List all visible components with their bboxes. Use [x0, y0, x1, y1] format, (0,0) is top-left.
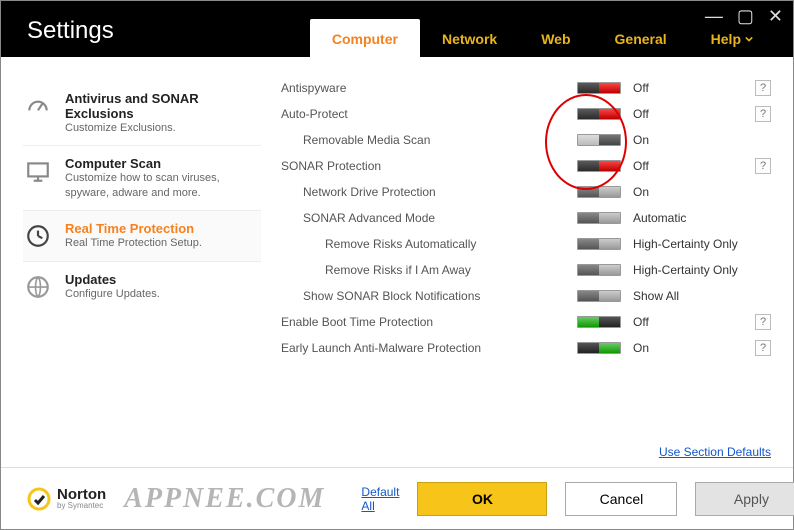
ok-button[interactable]: OK — [417, 482, 547, 516]
gauge-icon — [23, 91, 53, 121]
setting-label: Network Drive Protection — [281, 185, 569, 199]
sidebar-item-sub: Customize how to scan viruses, spyware, … — [65, 171, 255, 200]
norton-logo-icon — [27, 487, 51, 511]
setting-value: Automatic — [621, 211, 751, 225]
sidebar-item-label: Computer Scan — [65, 156, 255, 171]
setting-label: Removable Media Scan — [281, 133, 569, 147]
setting-value: Off — [621, 159, 751, 173]
setting-row: Antispyware Off? — [281, 75, 771, 101]
sidebar-item-sub: Real Time Protection Setup. — [65, 236, 202, 250]
tab-general[interactable]: General — [593, 19, 689, 57]
toggle-switch[interactable] — [577, 212, 621, 224]
watermark: APPNEE.COM — [124, 483, 325, 515]
help-icon[interactable]: ? — [755, 314, 771, 330]
setting-label: SONAR Advanced Mode — [281, 211, 569, 225]
setting-value: On — [621, 133, 751, 147]
content-area: Antivirus and SONAR Exclusions Customize… — [1, 57, 793, 467]
toggle-switch[interactable] — [577, 290, 621, 302]
maximize-icon[interactable]: ▢ — [737, 7, 754, 25]
toggle-switch[interactable] — [577, 264, 621, 276]
toggle-switch[interactable] — [577, 238, 621, 250]
setting-value: On — [621, 341, 751, 355]
sidebar-item-computer-scan[interactable]: Computer Scan Customize how to scan viru… — [23, 145, 261, 210]
toggle-switch[interactable] — [577, 82, 621, 94]
setting-label: Antispyware — [281, 81, 569, 95]
toggle-switch[interactable] — [577, 134, 621, 146]
sidebar-item-sub: Customize Exclusions. — [65, 121, 255, 135]
help-icon[interactable]: ? — [755, 158, 771, 174]
setting-row: SONAR Advanced Mode Automatic — [281, 205, 771, 231]
sidebar-item-label: Real Time Protection — [65, 221, 202, 236]
footer: Norton by Symantec APPNEE.COM Default Al… — [1, 467, 793, 529]
setting-label: SONAR Protection — [281, 159, 569, 173]
setting-label: Early Launch Anti-Malware Protection — [281, 341, 569, 355]
apply-button[interactable]: Apply — [695, 482, 794, 516]
setting-label: Auto-Protect — [281, 107, 569, 121]
toggle-switch[interactable] — [577, 342, 621, 354]
setting-value: On — [621, 185, 751, 199]
setting-value: Show All — [621, 289, 751, 303]
window-title: Settings — [1, 17, 114, 57]
setting-row: Network Drive Protection On — [281, 179, 771, 205]
default-all-link[interactable]: Default All — [361, 485, 399, 513]
globe-icon — [23, 272, 53, 302]
setting-value: High-Certainty Only — [621, 237, 751, 251]
setting-row: Show SONAR Block Notifications Show All — [281, 283, 771, 309]
toggle-switch[interactable] — [577, 108, 621, 120]
settings-window: Settings Computer Network Web General He… — [0, 0, 794, 530]
tab-web[interactable]: Web — [519, 19, 592, 57]
setting-row: Early Launch Anti-Malware Protection On? — [281, 335, 771, 361]
setting-row: Removable Media Scan On — [281, 127, 771, 153]
sidebar-item-updates[interactable]: Updates Configure Updates. — [23, 261, 261, 312]
use-section-defaults-link[interactable]: Use Section Defaults — [659, 445, 771, 459]
settings-panel: Antispyware Off? Auto-Protect Off? Removable… — [271, 57, 793, 467]
setting-label: Remove Risks Automatically — [281, 237, 569, 251]
setting-value: High-Certainty Only — [621, 263, 751, 277]
sidebar: Antivirus and SONAR Exclusions Customize… — [1, 57, 271, 467]
setting-label: Remove Risks if I Am Away — [281, 263, 569, 277]
minimize-icon[interactable]: — — [705, 7, 723, 25]
setting-row: SONAR Protection Off? — [281, 153, 771, 179]
clock-icon — [23, 221, 53, 251]
setting-label: Show SONAR Block Notifications — [281, 289, 569, 303]
help-icon[interactable]: ? — [755, 106, 771, 122]
close-icon[interactable]: ✕ — [768, 7, 783, 25]
toggle-switch[interactable] — [577, 186, 621, 198]
setting-value: Off — [621, 107, 751, 121]
setting-row: Enable Boot Time Protection Off? — [281, 309, 771, 335]
brand: Norton by Symantec — [27, 487, 106, 511]
sidebar-item-label: Updates — [65, 272, 160, 287]
setting-value: Off — [621, 315, 751, 329]
chevron-down-icon — [745, 35, 753, 43]
titlebar: Settings Computer Network Web General He… — [1, 1, 793, 57]
setting-row: Auto-Protect Off? — [281, 101, 771, 127]
help-icon[interactable]: ? — [755, 80, 771, 96]
setting-value: Off — [621, 81, 751, 95]
toggle-switch[interactable] — [577, 160, 621, 172]
sidebar-item-exclusions[interactable]: Antivirus and SONAR Exclusions Customize… — [23, 81, 261, 145]
tab-network[interactable]: Network — [420, 19, 519, 57]
tab-computer[interactable]: Computer — [310, 19, 420, 57]
sidebar-item-label: Antivirus and SONAR Exclusions — [65, 91, 255, 121]
window-controls: — ▢ ✕ — [705, 7, 783, 25]
sidebar-item-sub: Configure Updates. — [65, 287, 160, 301]
tab-help-label: Help — [711, 31, 741, 47]
cancel-button[interactable]: Cancel — [565, 482, 677, 516]
brand-name: Norton — [57, 487, 106, 502]
setting-row: Remove Risks if I Am Away High-Certainty … — [281, 257, 771, 283]
setting-label: Enable Boot Time Protection — [281, 315, 569, 329]
brand-sub: by Symantec — [57, 502, 106, 510]
help-icon[interactable]: ? — [755, 340, 771, 356]
setting-row: Remove Risks Automatically High-Certainty… — [281, 231, 771, 257]
monitor-icon — [23, 156, 53, 186]
sidebar-item-real-time[interactable]: Real Time Protection Real Time Protectio… — [23, 210, 261, 261]
toggle-switch[interactable] — [577, 316, 621, 328]
